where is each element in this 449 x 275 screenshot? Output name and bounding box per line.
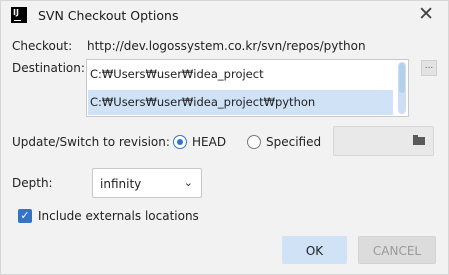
- destination-label: Destination:: [12, 61, 85, 75]
- svn-checkout-dialog: IJ SVN Checkout Options ✕ Checkout: http…: [0, 0, 449, 275]
- checkout-label: Checkout:: [12, 39, 73, 53]
- scrollbar-thumb[interactable]: [399, 63, 405, 93]
- ok-button[interactable]: OK: [282, 236, 347, 264]
- include-externals-checkbox[interactable]: ✓: [18, 209, 32, 223]
- revision-field: [333, 126, 434, 156]
- destination-scrollbar[interactable]: [398, 62, 406, 114]
- window-title: SVN Checkout Options: [38, 8, 179, 23]
- cancel-button[interactable]: CANCEL: [358, 236, 436, 264]
- checkmark-icon: ✓: [20, 209, 30, 222]
- close-icon[interactable]: ✕: [418, 4, 434, 24]
- depth-label: Depth:: [12, 176, 53, 190]
- depth-value: infinity: [100, 177, 142, 191]
- revision-label: Update/Switch to revision:: [12, 135, 170, 149]
- chevron-down-icon: ⌄: [183, 176, 193, 189]
- include-externals-label[interactable]: Include externals locations: [38, 209, 199, 223]
- destination-item-selected[interactable]: C:₩Users₩user₩idea_project₩python: [88, 90, 393, 115]
- folder-icon: [413, 135, 425, 145]
- destination-list[interactable]: C:₩Users₩user₩idea_project C:₩Users₩user…: [86, 59, 409, 117]
- destination-item[interactable]: C:₩Users₩user₩idea_project: [88, 62, 393, 87]
- head-radio[interactable]: [173, 135, 187, 149]
- specified-radio-label[interactable]: Specified: [266, 135, 321, 149]
- title-bar[interactable]: IJ SVN Checkout Options ✕: [1, 1, 448, 31]
- logo-text: IJ: [13, 8, 19, 17]
- intellij-logo-icon: IJ: [11, 7, 27, 23]
- browse-destination-button[interactable]: ...: [421, 60, 437, 76]
- checkout-url: http://dev.logossystem.co.kr/svn/repos/p…: [87, 39, 366, 53]
- depth-select[interactable]: infinity ⌄: [92, 168, 202, 198]
- head-radio-label[interactable]: HEAD: [192, 135, 226, 149]
- specified-radio[interactable]: [247, 135, 261, 149]
